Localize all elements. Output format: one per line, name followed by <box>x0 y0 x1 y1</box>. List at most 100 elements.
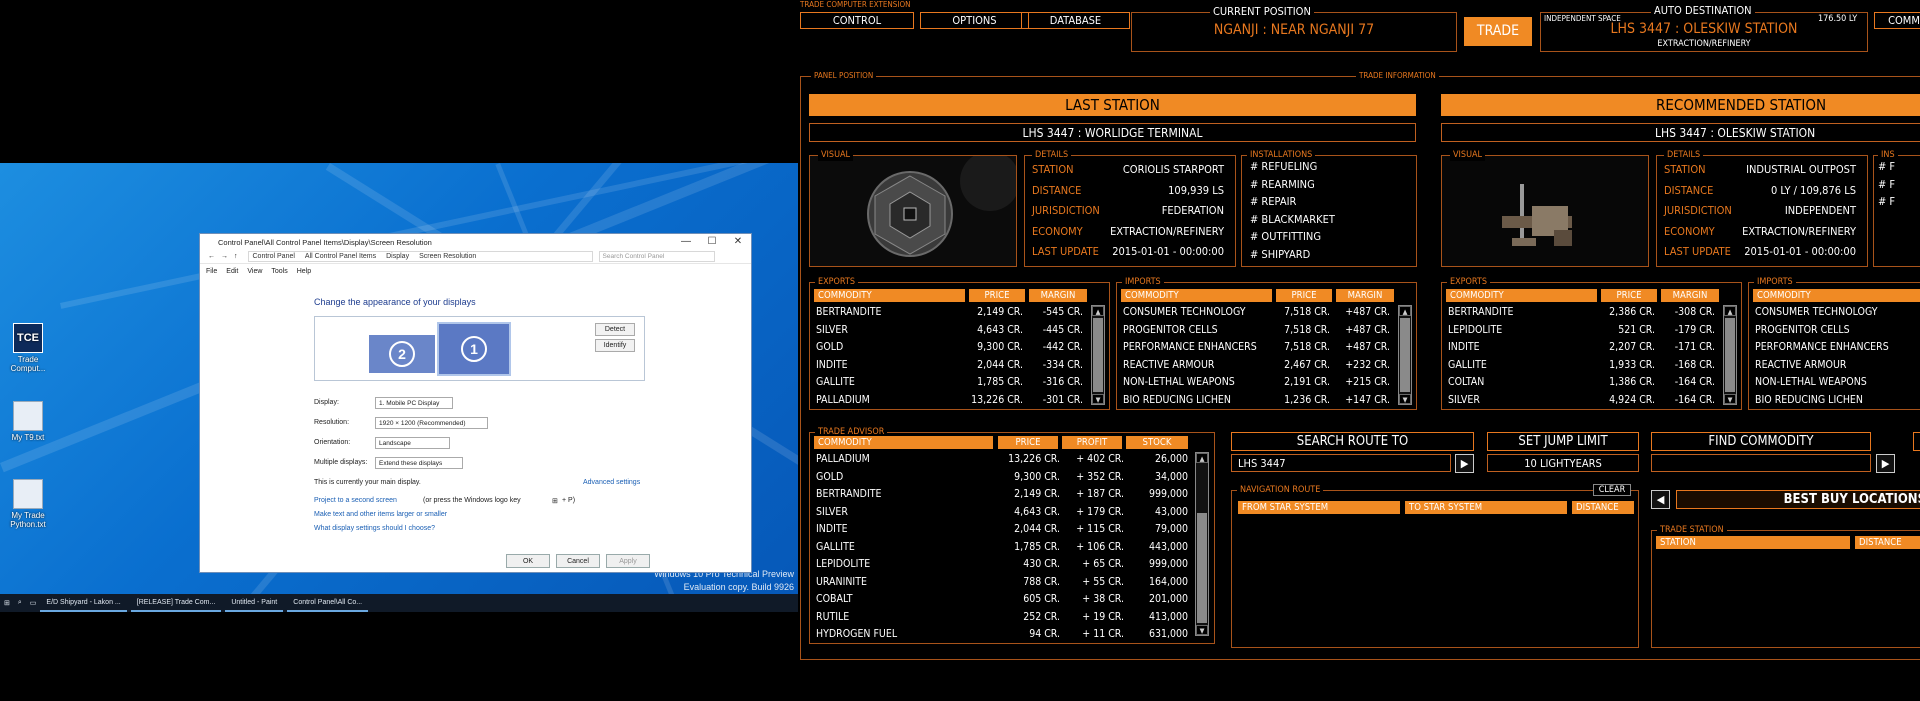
scroll-down-icon[interactable]: ▼ <box>1196 625 1208 635</box>
start-icon[interactable]: ⊞ <box>0 594 14 612</box>
monitor-1[interactable]: 1 <box>437 322 511 376</box>
options-button[interactable]: OPTIONS <box>920 12 1029 29</box>
menu-file[interactable]: File <box>206 268 217 275</box>
commodity-margin: -445 CR. <box>1042 323 1083 336</box>
advisor-commodity: INDITE <box>816 523 848 535</box>
database-button[interactable]: DATABASE <box>1021 12 1130 29</box>
advisor-price: 252 CR. <box>1023 610 1060 623</box>
forward-icon[interactable]: → <box>221 253 228 260</box>
windows-key-icon: ⊞ <box>552 498 558 505</box>
taskbar-item[interactable]: [RELEASE] Trade Com... <box>130 594 222 612</box>
scrollbar[interactable]: ▲ ▼ <box>1398 305 1412 405</box>
breadcrumb-item[interactable]: Display <box>386 253 409 260</box>
menu-tools[interactable]: Tools <box>271 268 287 275</box>
scroll-up-icon[interactable]: ▲ <box>1196 453 1208 463</box>
display-select[interactable]: 1. Mobile PC Display <box>375 397 453 409</box>
scroll-down-icon[interactable]: ▼ <box>1092 394 1104 404</box>
best-buy-locations-button[interactable]: BEST BUY LOCATIONS <box>1676 490 1920 509</box>
commodity-margin: +147 CR. <box>1345 393 1390 406</box>
route-input[interactable]: LHS 3447 <box>1231 454 1451 472</box>
scroll-down-icon[interactable]: ▼ <box>1724 394 1736 404</box>
taskbar-item[interactable]: E/D Shipyard - Lakon ... <box>40 594 127 612</box>
task-view-icon[interactable]: ▭ <box>26 594 41 612</box>
close-icon[interactable]: ✕ <box>725 234 751 250</box>
scroll-down-icon[interactable]: ▼ <box>1399 394 1411 404</box>
visual-label: VISUAL <box>1450 150 1486 161</box>
commodity-margin: -164 CR. <box>1674 376 1715 388</box>
menu-view[interactable]: View <box>247 268 262 275</box>
search-input[interactable]: Search Control Panel <box>598 251 715 262</box>
trade-button[interactable]: TRADE <box>1464 17 1532 46</box>
identify-button[interactable]: Identify <box>595 339 635 352</box>
exports-label: EXPORTS <box>1447 277 1490 288</box>
project-link[interactable]: Project to a second screen <box>314 497 397 504</box>
advisor-price: 94 CR. <box>1029 628 1060 640</box>
display-label: Display: <box>314 399 339 406</box>
advisor-stock: 999,000 <box>1148 558 1188 570</box>
commodity-header: COMMODITY <box>814 436 993 449</box>
play-icon[interactable]: ▶ <box>1876 454 1895 473</box>
clear-button[interactable]: CLEAR <box>1593 484 1631 496</box>
back-icon[interactable]: ← <box>208 253 215 260</box>
menu-help[interactable]: Help <box>297 268 311 275</box>
breadcrumb-item[interactable]: Control Panel <box>253 253 295 260</box>
scrollbar[interactable]: ▲ ▼ <box>1195 452 1209 636</box>
detail-value: 109,939 LS <box>1168 183 1224 197</box>
detail-value: INDUSTRIAL OUTPOST <box>1746 163 1856 176</box>
scrollbar[interactable]: ▲ ▼ <box>1091 305 1105 405</box>
multiple-displays-label: Multiple displays: <box>314 459 368 466</box>
scroll-up-icon[interactable]: ▲ <box>1092 306 1104 316</box>
menu-edit[interactable]: Edit <box>226 268 238 275</box>
project-key: + P) <box>562 497 576 504</box>
commodity-margin: -316 CR. <box>1042 376 1083 388</box>
cut-off-button[interactable]: S <box>1913 432 1920 451</box>
scroll-up-icon[interactable]: ▲ <box>1724 306 1736 316</box>
advisor-profit: + 19 CR. <box>1082 610 1124 623</box>
detect-button[interactable]: Detect <box>595 323 635 336</box>
advanced-settings-link[interactable]: Advanced settings <box>583 479 640 486</box>
jump-limit-input[interactable]: 10 LIGHTYEARS <box>1487 454 1639 472</box>
up-icon[interactable]: ↑ <box>234 253 238 260</box>
multiple-displays-select[interactable]: Extend these displays <box>375 457 463 469</box>
desktop-icon-my-trade-python[interactable]: My Trade Python.txt <box>0 479 56 529</box>
desktop-icon-my-t9[interactable]: My T9.txt <box>0 401 56 442</box>
play-icon[interactable]: ▶ <box>1455 454 1474 473</box>
taskbar-item[interactable]: Untitled - Paint <box>225 594 284 612</box>
back-arrow-icon[interactable]: ◀ <box>1651 490 1670 509</box>
scroll-up-icon[interactable]: ▲ <box>1399 306 1411 316</box>
advisor-stock: 164,000 <box>1148 575 1188 588</box>
breadcrumb-item[interactable]: Screen Resolution <box>419 253 476 260</box>
monitor-2[interactable]: 2 <box>369 335 435 373</box>
find-commodity-input[interactable] <box>1651 454 1871 472</box>
scrollbar[interactable]: ▲ ▼ <box>1723 305 1737 405</box>
cancel-button[interactable]: Cancel <box>556 554 600 568</box>
text-size-link[interactable]: Make text and other items larger or smal… <box>314 511 447 518</box>
display-help-link[interactable]: What display settings should I choose? <box>314 525 435 532</box>
coriolis-station-image <box>810 151 1020 266</box>
maximize-icon[interactable]: ☐ <box>699 234 725 250</box>
ok-button[interactable]: OK <box>506 554 550 568</box>
installation-item: # F <box>1878 160 1896 173</box>
advisor-stock: 26,000 <box>1154 453 1188 465</box>
advisor-price: 430 CR. <box>1023 558 1060 570</box>
window-titlebar[interactable]: Control Panel\All Control Panel Items\Di… <box>200 234 751 250</box>
find-commodity-button[interactable]: FIND COMMODITY <box>1651 432 1871 451</box>
to-star-header: TO STAR SYSTEM <box>1405 501 1567 514</box>
minimize-icon[interactable]: — <box>673 234 699 250</box>
set-jump-limit-button[interactable]: SET JUMP LIMIT <box>1487 432 1639 451</box>
breadcrumb-item[interactable]: All Control Panel Items <box>305 253 376 260</box>
text-file-icon <box>13 401 43 431</box>
orientation-select[interactable]: Landscape <box>375 437 450 449</box>
control-button[interactable]: CONTROL <box>800 12 914 29</box>
stock-header: STOCK <box>1126 436 1188 449</box>
comm-button[interactable]: COMM <box>1874 12 1920 29</box>
desktop-icon-trade-computer[interactable]: TCE Trade Comput... <box>0 323 56 373</box>
resolution-select[interactable]: 1920 × 1200 (Recommended) <box>375 417 488 429</box>
project-hint: (or press the Windows logo key <box>423 497 521 504</box>
taskbar-item[interactable]: Control Panel\All Co... <box>287 594 369 612</box>
advisor-profit: + 38 CR. <box>1082 593 1124 605</box>
apply-button[interactable]: Apply <box>606 554 650 568</box>
breadcrumb[interactable]: Control Panel All Control Panel Items Di… <box>247 251 593 262</box>
search-route-button[interactable]: SEARCH ROUTE TO <box>1231 432 1474 451</box>
search-icon[interactable]: ⌕ <box>14 594 26 612</box>
